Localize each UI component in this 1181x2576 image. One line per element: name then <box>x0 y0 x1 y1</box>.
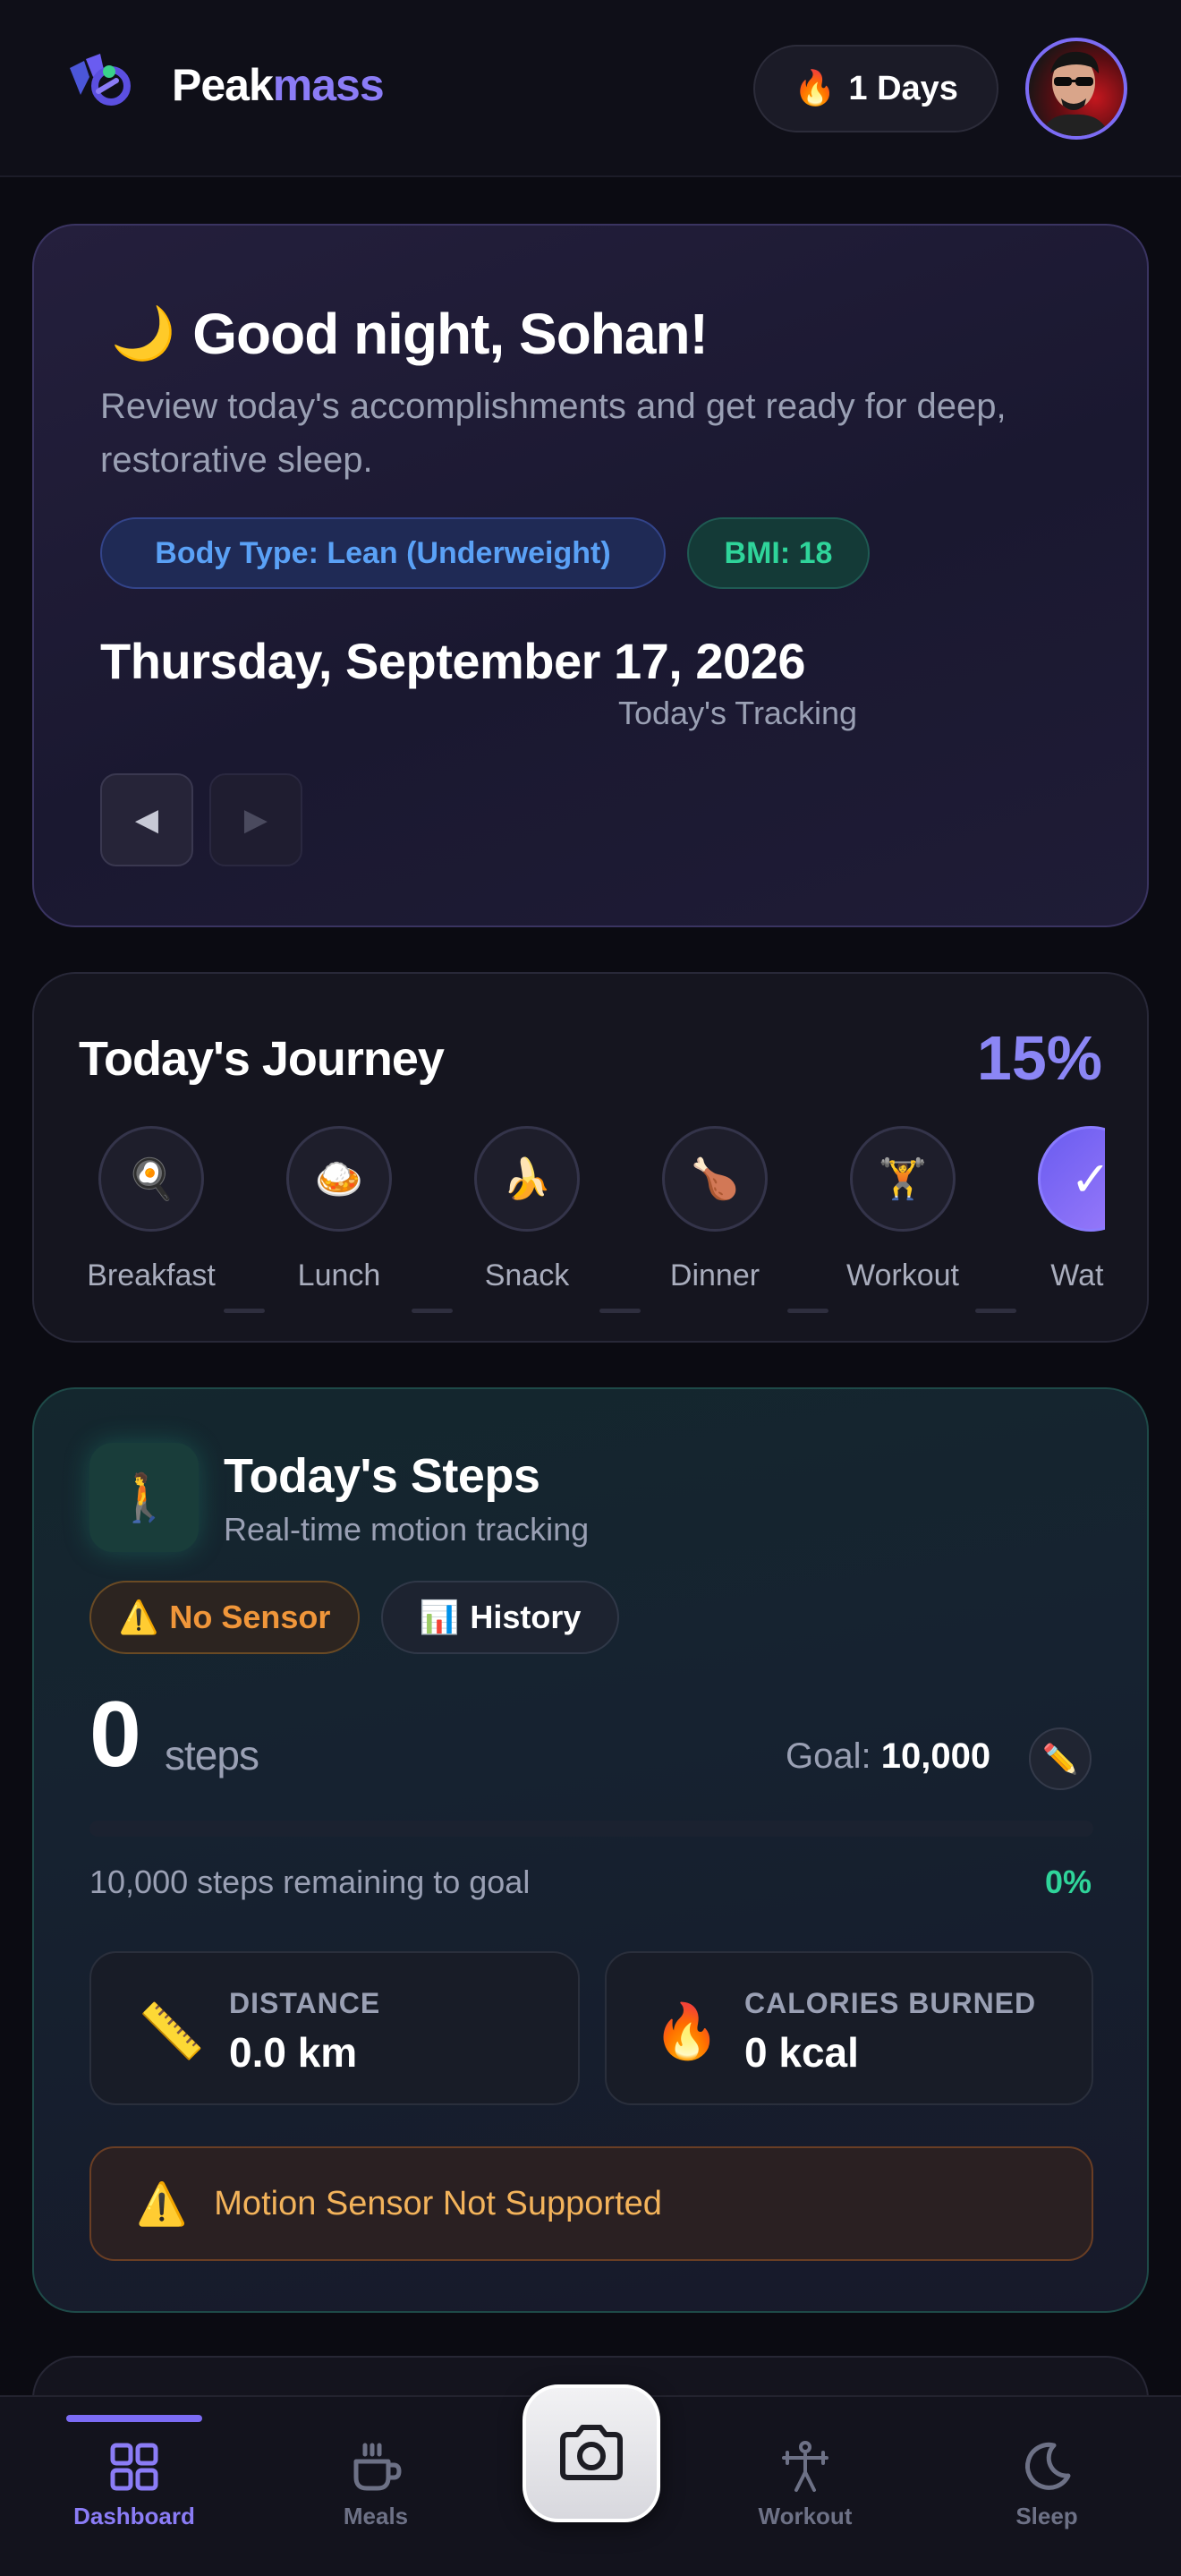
steps-percent: 0% <box>1044 1864 1092 1900</box>
journey-connector <box>224 1309 265 1313</box>
nav-label: Sleep <box>1015 2503 1078 2529</box>
previous-day-button[interactable]: ◀ <box>100 773 193 866</box>
journey-step-label: Lunch <box>297 1258 381 1292</box>
nav-label: Meals <box>343 2503 409 2529</box>
goal-value: 10,000 <box>880 1736 991 1776</box>
workout-icon: 🏋️ <box>850 1126 956 1232</box>
camera-button[interactable] <box>523 2384 660 2522</box>
distance-stat: 📏 DISTANCE 0.0 km <box>89 1951 580 2105</box>
journey-step-snack[interactable]: 🍌 Snack <box>433 1126 621 1305</box>
distance-label: DISTANCE <box>229 1987 381 2019</box>
person-icon <box>782 2441 828 2492</box>
steps-count: 0 <box>89 1683 141 1787</box>
journey-track[interactable]: 🍳 Breakfast 🍛 Lunch 🍌 Snack 🍗 Dinner 🏋️ … <box>34 1126 1105 1341</box>
chevron-left-icon: ◀ <box>134 803 159 837</box>
checkmark-icon: ✓ <box>1038 1126 1105 1232</box>
camera-icon <box>560 2425 623 2480</box>
nav-sleep[interactable]: Sleep <box>957 2397 1136 2576</box>
journey-connector <box>599 1309 641 1313</box>
dinner-icon: 🍗 <box>662 1126 768 1232</box>
warning-icon: ⚠️ <box>136 2179 188 2227</box>
streak-label: 1 Days <box>848 69 958 107</box>
greeting-subtitle: Review today's accomplishments and get r… <box>100 387 1007 480</box>
steps-subtitle: Real-time motion tracking <box>224 1511 590 1548</box>
journey-step-dinner[interactable]: 🍗 Dinner <box>621 1126 809 1305</box>
journey-step-breakfast[interactable]: 🍳 Breakfast <box>57 1126 245 1305</box>
journey-step-workout[interactable]: 🏋️ Workout <box>809 1126 997 1305</box>
pencil-icon: ✏️ <box>1042 1743 1078 1775</box>
brand-part-2: mass <box>272 60 385 110</box>
avatar[interactable] <box>1025 38 1127 140</box>
next-day-button[interactable]: ▶ <box>209 773 302 866</box>
body-type-badge: Body Type: Lean (Underweight) <box>100 517 666 589</box>
snack-icon: 🍌 <box>474 1126 580 1232</box>
calories-value: 0 kcal <box>744 2029 859 2076</box>
sensor-status-chip[interactable]: ⚠️ No Sensor <box>89 1581 360 1654</box>
nav-dashboard[interactable]: Dashboard <box>45 2397 224 2576</box>
coffee-cup-icon <box>353 2443 402 2491</box>
journey-step-label: Breakfast <box>87 1258 216 1292</box>
sensor-warning: ⚠️ Motion Sensor Not Supported <box>89 2146 1093 2261</box>
journey-connector <box>412 1309 453 1313</box>
ruler-icon: 📏 <box>138 2001 205 2061</box>
journey-step-lunch[interactable]: 🍛 Lunch <box>245 1126 433 1305</box>
flame-icon: 🔥 <box>653 2001 720 2061</box>
steps-title: Today's Steps <box>224 1449 540 1503</box>
nav-workout[interactable]: Workout <box>716 2397 895 2576</box>
journey-step-water[interactable]: ✓ Water <box>997 1126 1105 1305</box>
sensor-status-label: No Sensor <box>169 1599 331 1635</box>
journey-percent: 15% <box>976 1023 1102 1093</box>
journey-title: Today's Journey <box>79 1032 445 1086</box>
moon-icon <box>1024 2442 1071 2490</box>
edit-goal-button[interactable]: ✏️ <box>1029 1727 1092 1790</box>
greeting-card: 🌙 Good night, Sohan! Review today's acco… <box>32 224 1149 927</box>
journey-step-label: Snack <box>484 1258 570 1292</box>
tracking-label: Today's Tracking <box>618 695 857 731</box>
steps-progress-bar <box>89 1821 1093 1837</box>
distance-value: 0.0 km <box>229 2029 358 2076</box>
app-logo[interactable] <box>64 50 136 115</box>
calories-stat: 🔥 CALORIES BURNED 0 kcal <box>605 1951 1093 2105</box>
bar-chart-icon: 📊 <box>419 1599 460 1635</box>
brand-name: Peakmass <box>172 59 385 111</box>
calories-label: CALORIES BURNED <box>744 1987 1037 2019</box>
greeting-title: 🌙 Good night, Sohan! <box>111 301 709 367</box>
journey-step-label: Dinner <box>669 1258 760 1292</box>
journey-step-label: Water <box>1050 1258 1105 1292</box>
nav-meals[interactable]: Meals <box>286 2397 465 2576</box>
current-date: Thursday, September 17, 2026 <box>100 633 806 689</box>
goal-label: Goal: <box>786 1736 871 1776</box>
journey-step-label: Workout <box>846 1258 959 1292</box>
chevron-right-icon: ▶ <box>243 803 268 837</box>
nav-label: Workout <box>758 2503 853 2529</box>
bmi-badge: BMI: 18 <box>687 517 870 589</box>
history-label: History <box>470 1599 582 1635</box>
steps-goal: Goal: 10,000 <box>786 1736 990 1777</box>
journey-connector <box>975 1309 1016 1313</box>
grid-icon <box>110 2443 158 2491</box>
brand-part-1: Peak <box>172 60 274 110</box>
streak-badge[interactable]: 🔥 1 Days <box>753 45 998 132</box>
nav-label: Dashboard <box>73 2503 195 2529</box>
moon-icon: 🌙 <box>111 304 175 363</box>
lunch-icon: 🍛 <box>286 1126 392 1232</box>
warning-icon: ⚠️ <box>118 1599 159 1635</box>
steps-unit: steps <box>165 1732 259 1778</box>
steps-card: 🚶 Today's Steps Real-time motion trackin… <box>32 1387 1149 2313</box>
flame-icon: 🔥 <box>794 70 837 107</box>
app-header: Peakmass 🔥 1 Days <box>0 0 1181 177</box>
walking-icon: 🚶 <box>89 1443 199 1552</box>
steps-remaining: 10,000 steps remaining to goal <box>89 1864 531 1900</box>
sensor-warning-text: Motion Sensor Not Supported <box>214 2184 662 2222</box>
journey-card: Today's Journey 15% 🍳 Breakfast 🍛 Lunch … <box>32 972 1149 1343</box>
history-button[interactable]: 📊 History <box>381 1581 619 1654</box>
breakfast-icon: 🍳 <box>98 1126 204 1232</box>
greeting-text: Good night, Sohan! <box>192 302 709 366</box>
journey-connector <box>787 1309 828 1313</box>
